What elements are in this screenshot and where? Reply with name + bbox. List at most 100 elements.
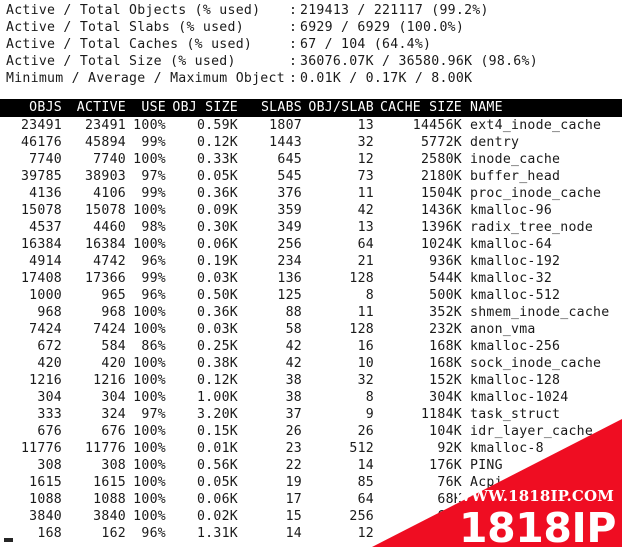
cell-cache-size: 1436K xyxy=(420,203,462,218)
cell-cache-size: 104K xyxy=(429,424,462,439)
table-row: 7424 7424 100% 0.03K 58 128 232K anon_vma xyxy=(0,321,622,338)
cell-obj-slab: 64 xyxy=(357,492,374,507)
cell-cache-size: 1184K xyxy=(420,407,462,422)
summary-label: Active / Total Objects (% used) xyxy=(6,3,261,18)
cell-obj-size: 0.15K xyxy=(196,424,238,439)
summary-label: Active / Total Slabs (% used) xyxy=(6,20,244,35)
cell-slabs: 17 xyxy=(285,492,302,507)
table-row: 676 676 100% 0.15K 26 26 104K idr_layer_cache xyxy=(0,423,622,440)
cell-slabs: 1807 xyxy=(269,118,302,133)
cell-active: 584 xyxy=(101,339,126,354)
cell-active: 7424 xyxy=(93,322,126,337)
terminal-cursor xyxy=(4,538,13,542)
cell-objs: 4136 xyxy=(29,186,62,201)
cell-slabs: 26 xyxy=(285,424,302,439)
cell-active: 23491 xyxy=(84,118,126,133)
cell-obj-size: 1.31K xyxy=(196,526,238,541)
cell-cache-size: 1024K xyxy=(420,237,462,252)
cell-objs: 1216 xyxy=(29,373,62,388)
cell-cache-size: 2180K xyxy=(420,169,462,184)
cell-name: inode_cache xyxy=(470,152,561,167)
column-header-active: ACTIVE xyxy=(76,100,126,115)
summary-table-gap xyxy=(0,87,622,99)
cell-name: PING xyxy=(470,458,503,473)
cell-name: dentry xyxy=(470,135,520,150)
cell-use: 99% xyxy=(141,186,166,201)
cell-use: 97% xyxy=(141,169,166,184)
cell-use: 100% xyxy=(133,373,166,388)
table-row: 3840 3840 100% 0.02K 15 256 60K k xyxy=(0,508,622,525)
cell-cache-size: 14456K xyxy=(412,118,462,133)
table-row: 16384 16384 100% 0.06K 256 64 1024K kmalloc-64 xyxy=(0,236,622,253)
column-header-name: NAME xyxy=(470,100,503,115)
cell-use: 96% xyxy=(141,288,166,303)
cell-active: 420 xyxy=(101,356,126,371)
cell-obj-size: 0.09K xyxy=(196,203,238,218)
table-row: 39785 38903 97% 0.05K 545 73 2180K buffer_head xyxy=(0,168,622,185)
cell-objs: 4537 xyxy=(29,220,62,235)
summary-label: Minimum / Average / Maximum Object xyxy=(6,71,285,86)
cell-obj-slab: 256 xyxy=(349,509,374,524)
cell-obj-slab: 13 xyxy=(357,220,374,235)
cell-active: 1615 xyxy=(93,475,126,490)
cell-name: kmalloc-1024 xyxy=(470,390,569,405)
cell-use: 100% xyxy=(133,356,166,371)
cell-active: 1088 xyxy=(93,492,126,507)
cell-cache-size: 500K xyxy=(429,288,462,303)
cell-use: 100% xyxy=(133,509,166,524)
cell-objs: 7424 xyxy=(29,322,62,337)
cell-obj-slab: 13 xyxy=(357,118,374,133)
table-row: 672 584 86% 0.25K 42 16 168K kmalloc-256 xyxy=(0,338,622,355)
cell-use: 100% xyxy=(133,492,166,507)
cell-obj-slab: 64 xyxy=(357,237,374,252)
cell-slabs: 645 xyxy=(277,152,302,167)
cell-slabs: 37 xyxy=(285,407,302,422)
cell-active: 4460 xyxy=(93,220,126,235)
cell-obj-slab: 128 xyxy=(349,322,374,337)
cell-objs: 304 xyxy=(37,390,62,405)
table-body: 23491 23491 100% 0.59K 1807 13 14456K ext4_inod… xyxy=(0,117,622,542)
cell-name: shmem_inode_cache xyxy=(470,305,610,320)
cell-slabs: 88 xyxy=(285,305,302,320)
cell-name: sock_inode_cache xyxy=(470,356,602,371)
column-header-use: USE xyxy=(141,100,166,115)
cell-active: 676 xyxy=(101,424,126,439)
cell-cache-size: 176K xyxy=(429,458,462,473)
cell-obj-size: 0.03K xyxy=(196,322,238,337)
cell-obj-slab: 73 xyxy=(357,169,374,184)
cell-obj-size: 0.36K xyxy=(196,305,238,320)
cell-obj-size: 0.03K xyxy=(196,271,238,286)
cell-slabs: 136 xyxy=(277,271,302,286)
cell-active: 45894 xyxy=(84,135,126,150)
cell-slabs: 19 xyxy=(285,475,302,490)
cell-slabs: 38 xyxy=(285,373,302,388)
summary-line: Active / Total Slabs (% used):6929 / 692… xyxy=(6,19,622,36)
cell-objs: 308 xyxy=(37,458,62,473)
cell-use: 100% xyxy=(133,390,166,405)
cell-use: 98% xyxy=(141,220,166,235)
cell-objs: 333 xyxy=(37,407,62,422)
cell-obj-size: 0.36K xyxy=(196,186,238,201)
cell-use: 100% xyxy=(133,203,166,218)
cell-objs: 7740 xyxy=(29,152,62,167)
cell-cache-size: 152K xyxy=(429,373,462,388)
table-row: 333 324 97% 3.20K 37 9 1184K task_struct xyxy=(0,406,622,423)
table-row: 4537 4460 98% 0.30K 349 13 1396K radix_tree_nod… xyxy=(0,219,622,236)
cell-active: 38903 xyxy=(84,169,126,184)
cell-slabs: 15 xyxy=(285,509,302,524)
summary-separator: : xyxy=(289,71,298,86)
table-row: 17408 17366 99% 0.03K 136 128 544K kmalloc-32 xyxy=(0,270,622,287)
cell-use: 100% xyxy=(133,441,166,456)
cell-use: 99% xyxy=(141,271,166,286)
cell-cache-size: 936K xyxy=(429,254,462,269)
cell-active: 17366 xyxy=(84,271,126,286)
cell-slabs: 125 xyxy=(277,288,302,303)
cell-cache-size: 2580K xyxy=(420,152,462,167)
table-row: 1216 1216 100% 0.12K 38 32 152K kmalloc-128 xyxy=(0,372,622,389)
cell-use: 100% xyxy=(133,237,166,252)
cell-obj-size: 0.25K xyxy=(196,339,238,354)
cell-cache-size: 22 xyxy=(445,526,462,541)
cell-obj-slab: 8 xyxy=(365,390,374,405)
cell-name: kmalloc-8 xyxy=(470,441,544,456)
cell-active: 15078 xyxy=(84,203,126,218)
